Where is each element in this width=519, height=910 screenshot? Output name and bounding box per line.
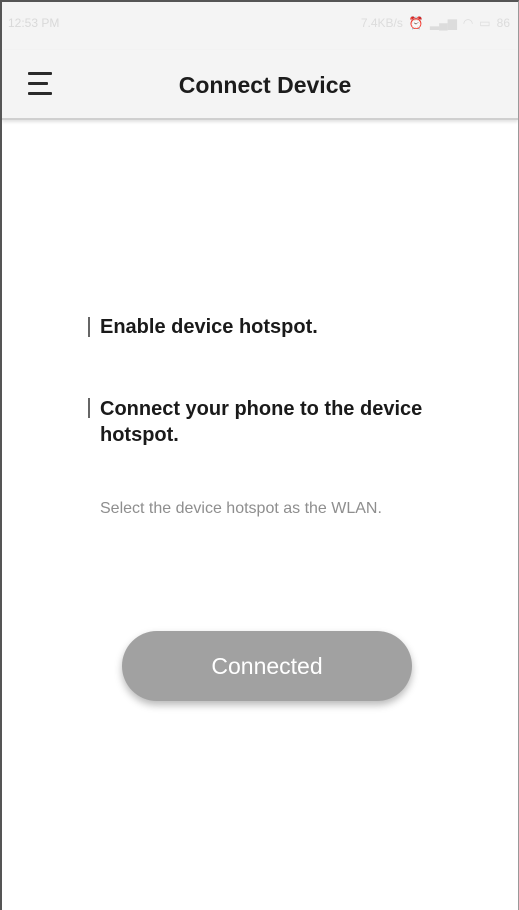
hint-text: Select the device hotspot as the WLAN. — [100, 500, 382, 517]
battery-level: 86 — [496, 16, 510, 30]
app-bar: Connect Device — [2, 50, 518, 120]
battery-icon: ▭ — [479, 16, 491, 30]
step-text: Connect your phone to the device hotspot… — [100, 398, 423, 446]
status-time: 12:53 PM — [8, 16, 60, 30]
alarm-icon: ⏰ — [408, 16, 424, 30]
step-connect-phone: Connect your phone to the device hotspot… — [88, 396, 428, 448]
connected-button[interactable]: Connected — [122, 631, 412, 701]
signal-icon: ▂▄▆ — [429, 16, 457, 30]
wifi-icon: ◠ — [462, 16, 474, 30]
status-indicators: 7.4KB/s ⏰ ▂▄▆ ◠ ▭ 86 — [361, 16, 510, 30]
step-marker — [88, 398, 90, 418]
status-bar: 12:53 PM 7.4KB/s ⏰ ▂▄▆ ◠ ▭ 86 — [2, 2, 518, 50]
step-enable-hotspot: Enable device hotspot. — [88, 314, 428, 340]
step-text: Enable device hotspot. — [100, 316, 318, 338]
step-marker — [88, 317, 90, 337]
app-screen: 12:53 PM 7.4KB/s ⏰ ▂▄▆ ◠ ▭ 86 Connect De… — [0, 0, 519, 910]
page-title: Connect Device — [178, 72, 352, 98]
network-speed: 7.4KB/s — [360, 16, 403, 30]
